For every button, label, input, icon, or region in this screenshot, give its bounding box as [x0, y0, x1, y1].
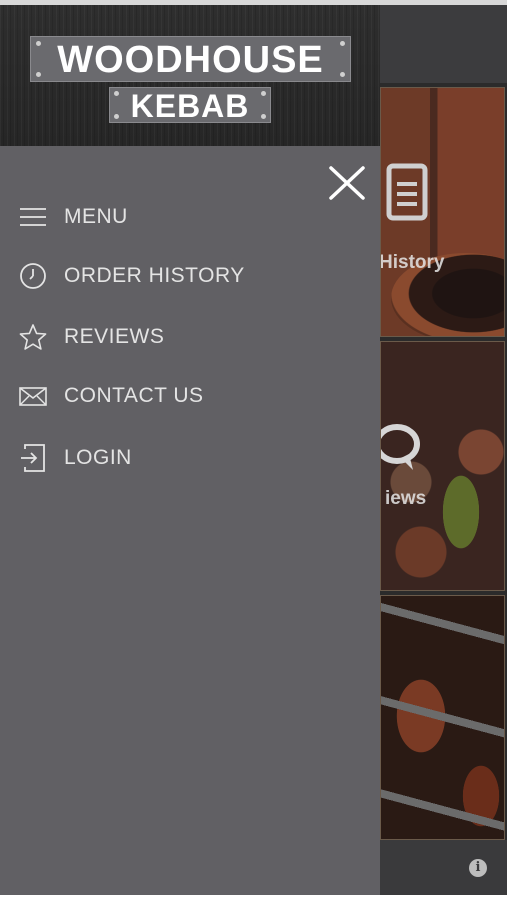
tile-label-history: History: [380, 252, 445, 273]
menu-item-login[interactable]: LOGIN: [18, 441, 132, 475]
logo-kebab: KEBAB: [109, 87, 271, 124]
tile-grill[interactable]: [380, 595, 505, 840]
envelope-icon: [18, 381, 48, 411]
menu-item-contact-us[interactable]: CONTACT US: [18, 379, 204, 413]
close-icon[interactable]: [328, 165, 366, 201]
menu-item-label: MENU: [64, 205, 128, 228]
clipboard-icon: [386, 163, 428, 221]
speech-bubble-icon: [381, 424, 420, 470]
logo-text-line2: KEBAB: [130, 88, 250, 124]
clock-icon: [18, 261, 48, 291]
menu-item-reviews[interactable]: REVIEWS: [18, 320, 164, 354]
app-header: [380, 5, 507, 83]
home-tiles: History iews: [380, 85, 507, 840]
menu-item-order-history[interactable]: ORDER HISTORY: [18, 259, 245, 293]
info-icon[interactable]: i: [469, 859, 487, 877]
logo-text-line1: WOODHOUSE: [57, 39, 324, 81]
tile-reviews[interactable]: iews: [380, 341, 505, 591]
hamburger-icon: [18, 202, 48, 232]
menu-item-label: CONTACT US: [64, 384, 204, 407]
star-icon: [18, 322, 48, 352]
menu-item-label: LOGIN: [64, 446, 132, 469]
tile-label-reviews: iews: [385, 488, 427, 509]
logo-woodhouse: WOODHOUSE: [30, 36, 351, 82]
menu-item-label: REVIEWS: [64, 325, 165, 348]
menu-item-menu[interactable]: MENU: [18, 200, 128, 234]
login-icon: [18, 443, 48, 473]
menu-item-label: ORDER HISTORY: [64, 264, 245, 287]
navigation-drawer: WOODHOUSE KEBAB MENU ORDER HISTORY REVIE…: [0, 5, 380, 895]
tile-order-history[interactable]: History: [380, 87, 505, 337]
app-footer: i: [380, 840, 507, 895]
drawer-header: WOODHOUSE KEBAB: [0, 5, 380, 146]
